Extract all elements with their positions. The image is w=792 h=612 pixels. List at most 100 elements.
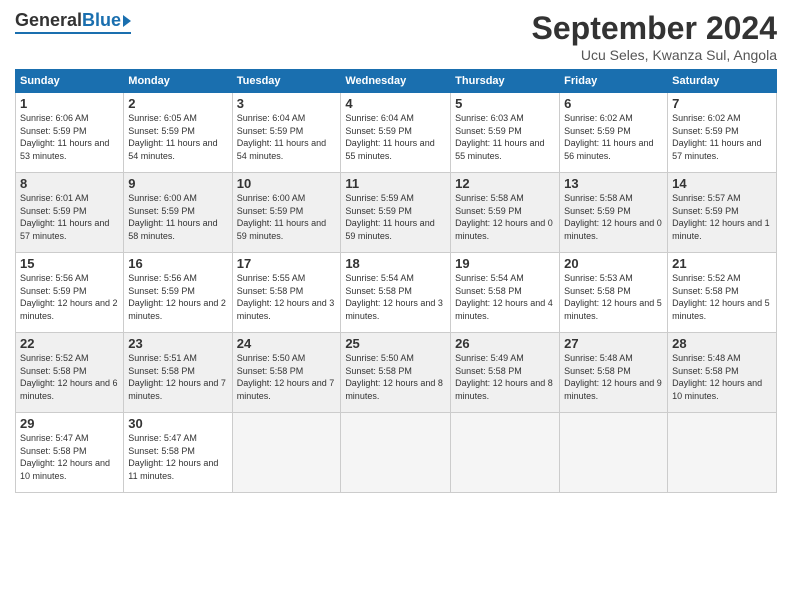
day-number: 28 [672, 336, 772, 351]
table-row: 1Sunrise: 6:06 AMSunset: 5:59 PMDaylight… [16, 93, 124, 173]
table-row: 25Sunrise: 5:50 AMSunset: 5:58 PMDayligh… [341, 333, 451, 413]
col-monday: Monday [124, 70, 232, 93]
table-row: 21Sunrise: 5:52 AMSunset: 5:58 PMDayligh… [668, 253, 777, 333]
col-thursday: Thursday [451, 70, 560, 93]
calendar-week-row: 29Sunrise: 5:47 AMSunset: 5:58 PMDayligh… [16, 413, 777, 493]
day-number: 9 [128, 176, 227, 191]
logo-line [15, 32, 131, 34]
day-info: Sunrise: 5:57 AMSunset: 5:59 PMDaylight:… [672, 192, 772, 242]
day-info: Sunrise: 6:03 AMSunset: 5:59 PMDaylight:… [455, 112, 555, 162]
day-number: 19 [455, 256, 555, 271]
day-number: 5 [455, 96, 555, 111]
day-number: 18 [345, 256, 446, 271]
table-row: 4Sunrise: 6:04 AMSunset: 5:59 PMDaylight… [341, 93, 451, 173]
day-info: Sunrise: 6:00 AMSunset: 5:59 PMDaylight:… [237, 192, 337, 242]
day-info: Sunrise: 6:06 AMSunset: 5:59 PMDaylight:… [20, 112, 119, 162]
table-row: 12Sunrise: 5:58 AMSunset: 5:59 PMDayligh… [451, 173, 560, 253]
col-saturday: Saturday [668, 70, 777, 93]
day-number: 10 [237, 176, 337, 191]
day-number: 7 [672, 96, 772, 111]
day-info: Sunrise: 5:48 AMSunset: 5:58 PMDaylight:… [564, 352, 663, 402]
day-number: 4 [345, 96, 446, 111]
logo-arrow-icon [123, 15, 131, 27]
table-row: 5Sunrise: 6:03 AMSunset: 5:59 PMDaylight… [451, 93, 560, 173]
day-number: 21 [672, 256, 772, 271]
logo-general-text: General [15, 10, 82, 31]
day-number: 23 [128, 336, 227, 351]
day-info: Sunrise: 5:47 AMSunset: 5:58 PMDaylight:… [20, 432, 119, 482]
day-info: Sunrise: 5:54 AMSunset: 5:58 PMDaylight:… [345, 272, 446, 322]
title-block: September 2024 Ucu Seles, Kwanza Sul, An… [532, 10, 777, 63]
col-friday: Friday [560, 70, 668, 93]
table-row: 15Sunrise: 5:56 AMSunset: 5:59 PMDayligh… [16, 253, 124, 333]
day-number: 20 [564, 256, 663, 271]
day-info: Sunrise: 6:02 AMSunset: 5:59 PMDaylight:… [564, 112, 663, 162]
day-number: 12 [455, 176, 555, 191]
calendar-table: Sunday Monday Tuesday Wednesday Thursday… [15, 69, 777, 493]
table-row [341, 413, 451, 493]
day-info: Sunrise: 5:58 AMSunset: 5:59 PMDaylight:… [455, 192, 555, 242]
day-number: 24 [237, 336, 337, 351]
day-info: Sunrise: 5:55 AMSunset: 5:58 PMDaylight:… [237, 272, 337, 322]
day-info: Sunrise: 5:54 AMSunset: 5:58 PMDaylight:… [455, 272, 555, 322]
day-number: 1 [20, 96, 119, 111]
table-row: 22Sunrise: 5:52 AMSunset: 5:58 PMDayligh… [16, 333, 124, 413]
calendar-week-row: 1Sunrise: 6:06 AMSunset: 5:59 PMDaylight… [16, 93, 777, 173]
table-row: 9Sunrise: 6:00 AMSunset: 5:59 PMDaylight… [124, 173, 232, 253]
table-row: 26Sunrise: 5:49 AMSunset: 5:58 PMDayligh… [451, 333, 560, 413]
table-row: 24Sunrise: 5:50 AMSunset: 5:58 PMDayligh… [232, 333, 341, 413]
table-row: 17Sunrise: 5:55 AMSunset: 5:58 PMDayligh… [232, 253, 341, 333]
table-row [560, 413, 668, 493]
table-row: 29Sunrise: 5:47 AMSunset: 5:58 PMDayligh… [16, 413, 124, 493]
day-number: 13 [564, 176, 663, 191]
day-number: 3 [237, 96, 337, 111]
table-row: 10Sunrise: 6:00 AMSunset: 5:59 PMDayligh… [232, 173, 341, 253]
table-row: 14Sunrise: 5:57 AMSunset: 5:59 PMDayligh… [668, 173, 777, 253]
day-number: 22 [20, 336, 119, 351]
day-info: Sunrise: 5:52 AMSunset: 5:58 PMDaylight:… [20, 352, 119, 402]
day-info: Sunrise: 6:02 AMSunset: 5:59 PMDaylight:… [672, 112, 772, 162]
calendar-week-row: 22Sunrise: 5:52 AMSunset: 5:58 PMDayligh… [16, 333, 777, 413]
table-row: 8Sunrise: 6:01 AMSunset: 5:59 PMDaylight… [16, 173, 124, 253]
day-info: Sunrise: 5:59 AMSunset: 5:59 PMDaylight:… [345, 192, 446, 242]
day-info: Sunrise: 5:52 AMSunset: 5:58 PMDaylight:… [672, 272, 772, 322]
header: General Blue September 2024 Ucu Seles, K… [15, 10, 777, 63]
table-row: 16Sunrise: 5:56 AMSunset: 5:59 PMDayligh… [124, 253, 232, 333]
day-number: 2 [128, 96, 227, 111]
day-number: 29 [20, 416, 119, 431]
logo: General Blue [15, 10, 131, 34]
table-row [451, 413, 560, 493]
day-number: 30 [128, 416, 227, 431]
table-row: 20Sunrise: 5:53 AMSunset: 5:58 PMDayligh… [560, 253, 668, 333]
day-info: Sunrise: 5:50 AMSunset: 5:58 PMDaylight:… [237, 352, 337, 402]
day-info: Sunrise: 5:47 AMSunset: 5:58 PMDaylight:… [128, 432, 227, 482]
day-info: Sunrise: 5:49 AMSunset: 5:58 PMDaylight:… [455, 352, 555, 402]
day-info: Sunrise: 6:04 AMSunset: 5:59 PMDaylight:… [237, 112, 337, 162]
day-number: 25 [345, 336, 446, 351]
table-row: 3Sunrise: 6:04 AMSunset: 5:59 PMDaylight… [232, 93, 341, 173]
day-info: Sunrise: 5:53 AMSunset: 5:58 PMDaylight:… [564, 272, 663, 322]
day-info: Sunrise: 6:04 AMSunset: 5:59 PMDaylight:… [345, 112, 446, 162]
day-info: Sunrise: 5:56 AMSunset: 5:59 PMDaylight:… [20, 272, 119, 322]
location-subtitle: Ucu Seles, Kwanza Sul, Angola [532, 47, 777, 63]
day-number: 16 [128, 256, 227, 271]
table-row: 23Sunrise: 5:51 AMSunset: 5:58 PMDayligh… [124, 333, 232, 413]
day-info: Sunrise: 5:56 AMSunset: 5:59 PMDaylight:… [128, 272, 227, 322]
col-tuesday: Tuesday [232, 70, 341, 93]
day-info: Sunrise: 6:01 AMSunset: 5:59 PMDaylight:… [20, 192, 119, 242]
month-title: September 2024 [532, 10, 777, 47]
day-info: Sunrise: 5:48 AMSunset: 5:58 PMDaylight:… [672, 352, 772, 402]
day-number: 17 [237, 256, 337, 271]
table-row: 2Sunrise: 6:05 AMSunset: 5:59 PMDaylight… [124, 93, 232, 173]
day-number: 8 [20, 176, 119, 191]
day-info: Sunrise: 5:58 AMSunset: 5:59 PMDaylight:… [564, 192, 663, 242]
day-info: Sunrise: 5:51 AMSunset: 5:58 PMDaylight:… [128, 352, 227, 402]
table-row: 7Sunrise: 6:02 AMSunset: 5:59 PMDaylight… [668, 93, 777, 173]
table-row: 11Sunrise: 5:59 AMSunset: 5:59 PMDayligh… [341, 173, 451, 253]
day-number: 6 [564, 96, 663, 111]
table-row: 19Sunrise: 5:54 AMSunset: 5:58 PMDayligh… [451, 253, 560, 333]
logo-blue-text: Blue [82, 10, 121, 31]
table-row: 6Sunrise: 6:02 AMSunset: 5:59 PMDaylight… [560, 93, 668, 173]
col-sunday: Sunday [16, 70, 124, 93]
table-row: 27Sunrise: 5:48 AMSunset: 5:58 PMDayligh… [560, 333, 668, 413]
